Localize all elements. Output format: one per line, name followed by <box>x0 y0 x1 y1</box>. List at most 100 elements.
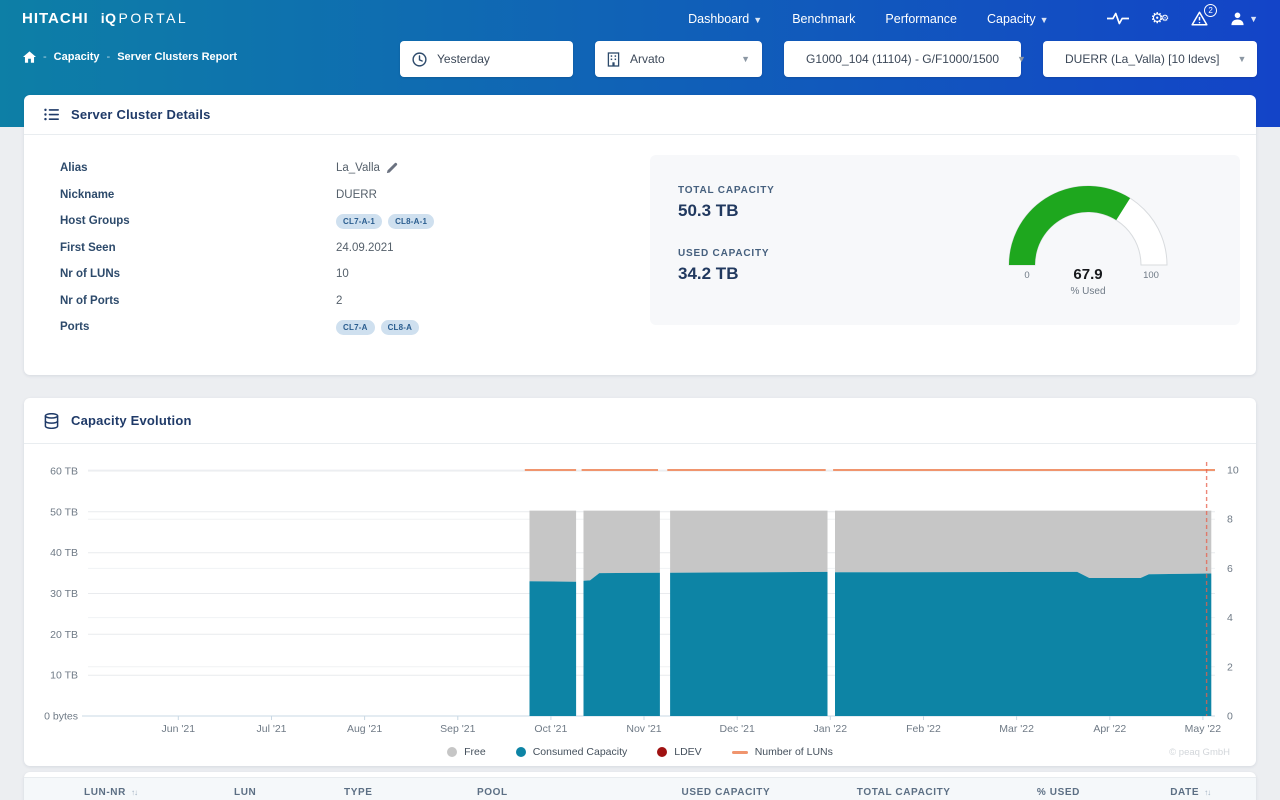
nav-benchmark[interactable]: Benchmark <box>792 12 855 26</box>
port-badge: CL8-A <box>381 320 420 335</box>
svg-text:0: 0 <box>1227 711 1233 723</box>
svg-text:Nov '21: Nov '21 <box>626 723 661 735</box>
lun-table-header: LUN-NR↑↓ LUN TYPE POOL USED CAPACITY TOT… <box>24 777 1256 800</box>
chevron-down-icon: ▼ <box>753 15 762 25</box>
svg-text:50 TB: 50 TB <box>50 506 78 518</box>
svg-text:Feb '22: Feb '22 <box>906 723 941 735</box>
hitachi-logo: HITACHI <box>22 10 89 27</box>
column-header-total-capacity: TOTAL CAPACITY <box>815 787 993 798</box>
column-header-pool: POOL <box>477 787 637 798</box>
chevron-down-icon: ▼ <box>1040 15 1049 25</box>
percent-used-gauge: 0 100 67.9 % Used <box>973 157 1203 299</box>
svg-text:0: 0 <box>1024 270 1029 281</box>
product-logo: iQPORTAL <box>101 10 189 26</box>
lun-table-card: LUN-NR↑↓ LUN TYPE POOL USED CAPACITY TOT… <box>24 772 1256 800</box>
nav-dashboard[interactable]: Dashboard▼ <box>688 12 762 26</box>
column-header-lun: LUN <box>234 787 344 798</box>
svg-text:30 TB: 30 TB <box>50 588 78 600</box>
database-icon <box>44 413 59 429</box>
column-header-percent-used: % USED <box>993 787 1125 798</box>
legend-item-number-of-luns[interactable]: Number of LUNs <box>732 746 833 758</box>
svg-text:May '22: May '22 <box>1185 723 1222 735</box>
storage-system-value: G1000_104 (11104) - G/F1000/1500 <box>806 52 999 66</box>
svg-text:60 TB: 60 TB <box>50 466 78 478</box>
breadcrumb-capacity[interactable]: Capacity <box>54 51 100 63</box>
nr-of-ports-value: 2 <box>336 295 342 307</box>
svg-text:40 TB: 40 TB <box>50 547 78 559</box>
server-cluster-value: DUERR (La_Valla) [10 ldevs] <box>1065 52 1220 66</box>
capacity-evolution-card: Capacity Evolution Jun '21 Jul '21 Aug '21… <box>24 398 1256 766</box>
column-header-type: TYPE <box>344 787 477 798</box>
filter-bar: Yesterday Arvato ▼ G1000_104 (11104) - G… <box>400 41 1257 77</box>
chevron-down-icon: ▼ <box>1249 14 1258 24</box>
total-capacity-value: 50.3 TB <box>678 201 775 221</box>
legend-swatch <box>447 747 457 757</box>
building-icon <box>607 52 620 67</box>
column-header-date[interactable]: DATE↑↓ <box>1124 787 1256 798</box>
svg-text:4: 4 <box>1227 612 1233 624</box>
column-header-used-capacity: USED CAPACITY <box>637 787 815 798</box>
legend-swatch <box>732 751 748 754</box>
activity-pulse-icon[interactable] <box>1107 11 1129 26</box>
brand-logo[interactable]: HITACHI iQPORTAL <box>22 10 188 27</box>
svg-text:2: 2 <box>1227 661 1233 673</box>
time-range-filter[interactable]: Yesterday <box>400 41 573 77</box>
chart-legend: Free Consumed Capacity LDEV Number of LUNs <box>24 740 1256 764</box>
customer-value: Arvato <box>630 52 665 66</box>
legend-label: Number of LUNs <box>755 746 833 758</box>
server-cluster-details-card: Server Cluster Details Alias La_Valla Ni… <box>24 95 1256 375</box>
host-group-badge: CL8-A-1 <box>388 214 434 229</box>
settings-gears-icon[interactable]: ⚙⚙ <box>1151 11 1170 26</box>
first-seen-value: 24.09.2021 <box>336 242 394 254</box>
svg-text:Oct '21: Oct '21 <box>534 723 567 735</box>
evolution-card-header: Capacity Evolution <box>24 398 1256 444</box>
nav-capacity[interactable]: Capacity▼ <box>987 12 1049 26</box>
svg-text:Mar '22: Mar '22 <box>999 723 1034 735</box>
legend-label: LDEV <box>674 746 701 758</box>
nav-performance[interactable]: Performance <box>885 12 957 26</box>
evolution-card-title: Capacity Evolution <box>71 413 192 428</box>
legend-item-ldev[interactable]: LDEV <box>657 746 701 758</box>
details-card-title: Server Cluster Details <box>71 107 211 122</box>
time-range-value: Yesterday <box>437 52 490 66</box>
storage-system-filter[interactable]: G1000_104 (11104) - G/F1000/1500 ▼ <box>784 41 1021 77</box>
chevron-down-icon: ▼ <box>1009 54 1026 64</box>
clock-icon <box>412 52 427 67</box>
svg-text:0 bytes: 0 bytes <box>44 711 78 723</box>
svg-text:6: 6 <box>1227 563 1233 575</box>
nickname-value: DUERR <box>336 189 377 201</box>
svg-text:10 TB: 10 TB <box>50 670 78 682</box>
sub-header-row: - Capacity - Server Clusters Report Yest… <box>0 41 1280 77</box>
legend-item-free[interactable]: Free <box>447 746 486 758</box>
svg-text:100: 100 <box>1143 270 1159 281</box>
customer-filter[interactable]: Arvato ▼ <box>595 41 762 77</box>
port-badge: CL7-A <box>336 320 375 335</box>
user-menu-icon[interactable]: ▼ <box>1230 11 1258 26</box>
svg-text:10: 10 <box>1227 465 1239 477</box>
breadcrumb: - Capacity - Server Clusters Report <box>23 51 237 63</box>
alerts-icon[interactable]: 2 <box>1191 11 1208 26</box>
legend-swatch <box>516 747 526 757</box>
svg-text:Jul '21: Jul '21 <box>256 723 286 735</box>
used-capacity-value: 34.2 TB <box>678 264 775 284</box>
breadcrumb-current-page: Server Clusters Report <box>117 51 237 63</box>
nav-icon-group: ⚙⚙ 2 ▼ <box>1107 11 1258 26</box>
home-icon[interactable] <box>23 51 36 63</box>
breadcrumb-separator: - <box>107 51 111 63</box>
chevron-down-icon: ▼ <box>1230 54 1247 64</box>
alert-count-badge: 2 <box>1204 4 1217 17</box>
sort-icon: ↑↓ <box>131 788 137 797</box>
nav-items: Dashboard▼ Benchmark Performance Capacit… <box>688 11 1258 26</box>
legend-label: Consumed Capacity <box>533 746 628 758</box>
edit-alias-icon[interactable] <box>386 162 398 174</box>
navbar: HITACHI iQPORTAL Dashboard▼ Benchmark Pe… <box>0 0 1280 37</box>
capacity-evolution-chart: Jun '21Jul '21Aug '21Sep '21Oct '21Nov '… <box>24 444 1256 740</box>
server-cluster-filter[interactable]: DUERR (La_Valla) [10 ldevs] ▼ <box>1043 41 1257 77</box>
svg-text:Jun '21: Jun '21 <box>162 723 196 735</box>
svg-text:Aug '21: Aug '21 <box>347 723 382 735</box>
column-header-lun-nr[interactable]: LUN-NR↑↓ <box>84 787 234 798</box>
svg-text:% Used: % Used <box>1070 286 1105 297</box>
capacity-summary-panel: TOTAL CAPACITY 50.3 TB USED CAPACITY 34.… <box>650 155 1240 325</box>
legend-item-consumed-capacity[interactable]: Consumed Capacity <box>516 746 628 758</box>
details-card-header: Server Cluster Details <box>24 95 1256 135</box>
